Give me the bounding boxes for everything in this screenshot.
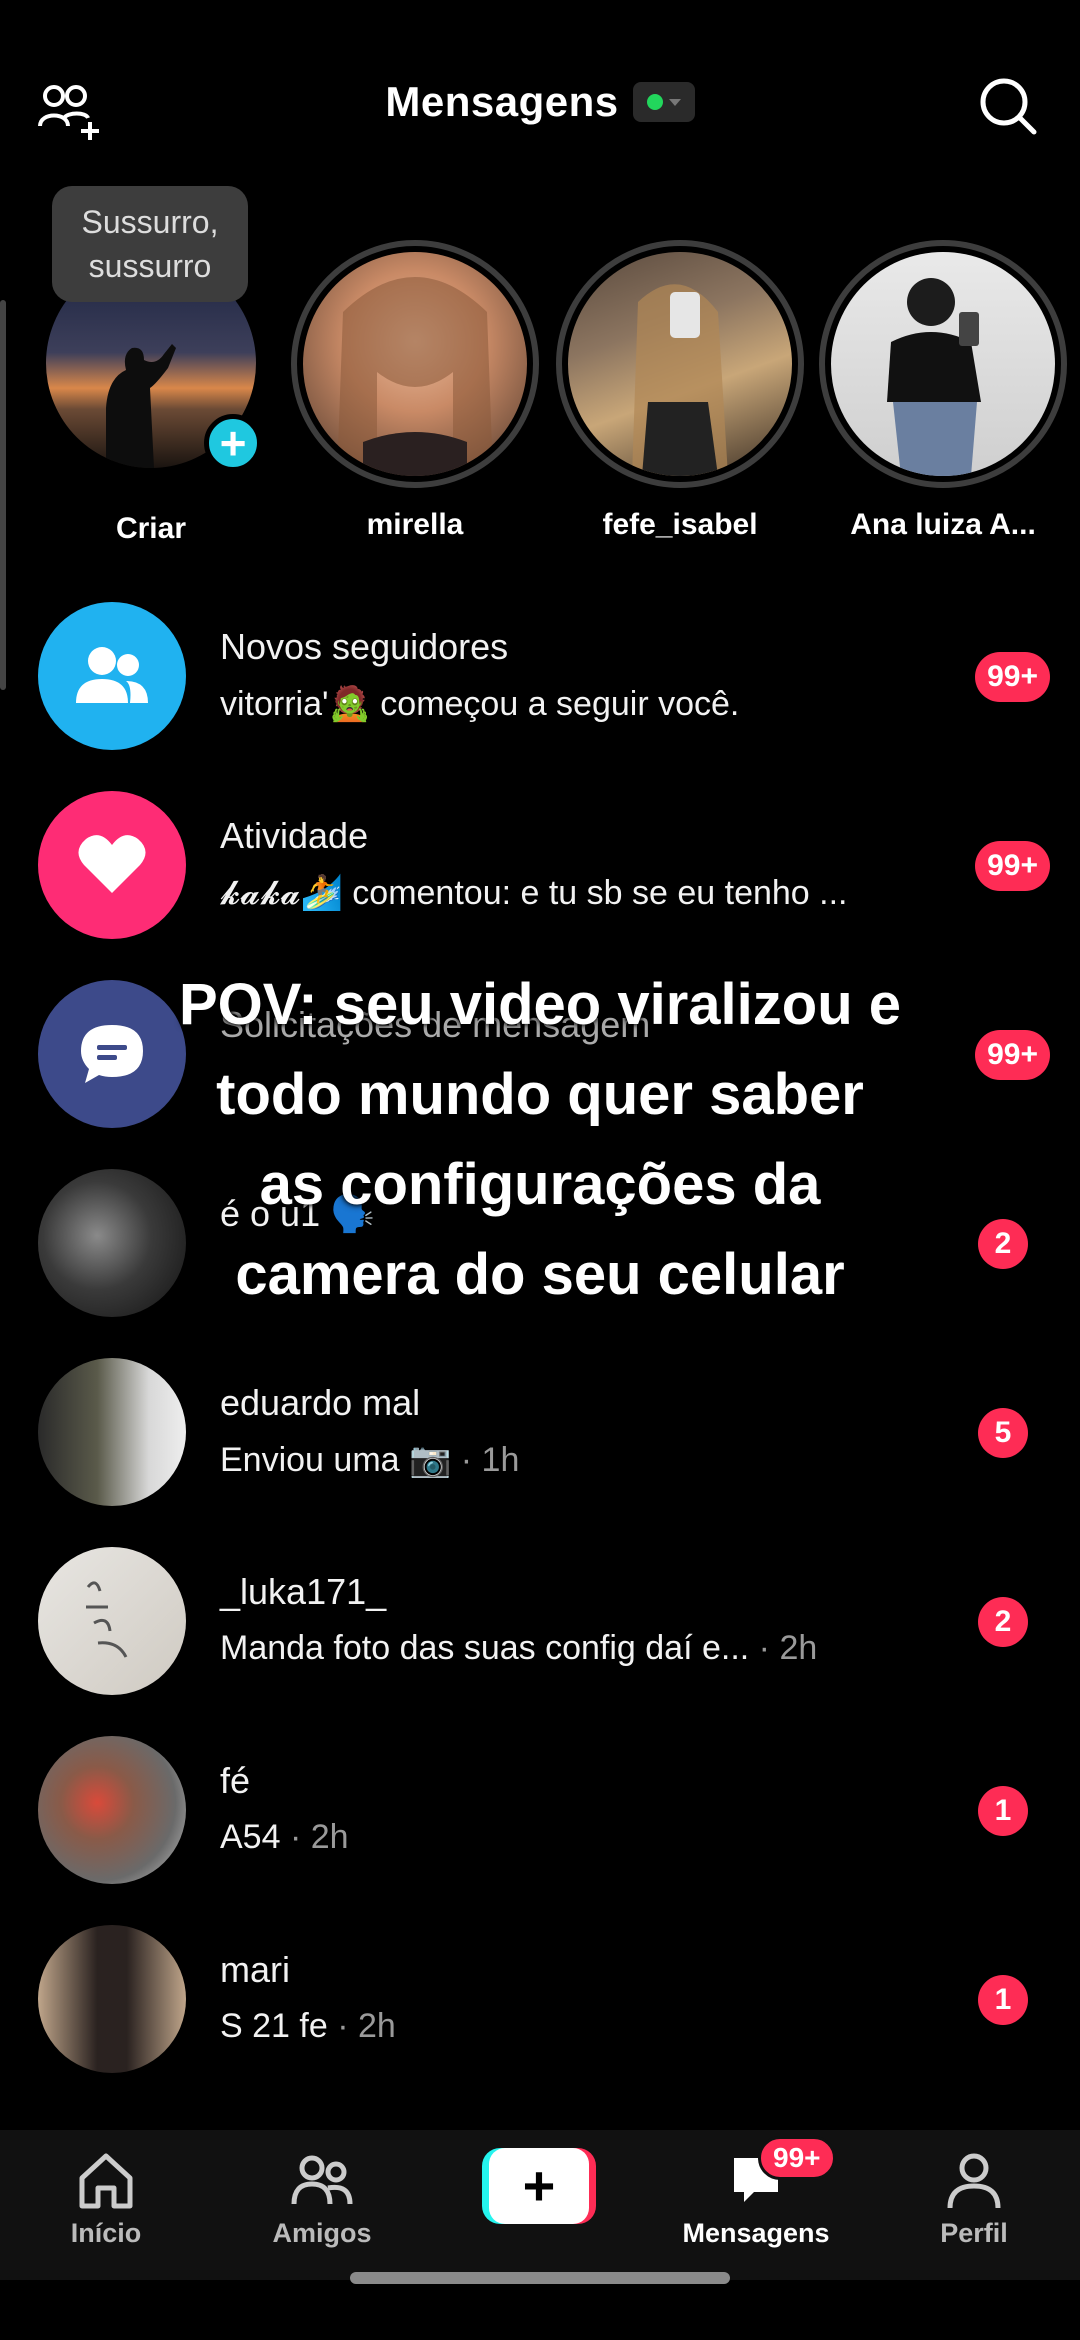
unread-badge: 1 [978,1786,1028,1836]
story-avatar [303,252,527,476]
nav-label: Mensagens [682,2218,830,2248]
story-name: fefe_isabel [602,508,758,541]
list-item-new-followers[interactable]: Novos seguidores vitorria'🧟 começou a se… [0,596,1080,785]
list-item-conversation[interactable]: eduardo mal Enviou uma 📷 · 1h 5 [0,1352,1080,1541]
story-avatar [568,252,792,476]
search-icon[interactable] [976,74,1040,138]
preview-text: 𝓴𝓪𝓴𝓪🏄 comentou: e tu sb se eu tenho ... [220,874,848,912]
online-status-toggle[interactable] [632,82,695,122]
conversation-list: Novos seguidores vitorria'🧟 começou a se… [0,596,1080,2108]
contact-avatar [38,1169,186,1317]
home-indicator[interactable] [350,2272,730,2284]
conversation-title: _luka171_ [220,1571,387,1612]
unread-badge: 2 [978,1597,1028,1647]
conversation-title: eduardo mal [220,1382,421,1423]
story-name: Criar [115,512,187,545]
preview-text: vitorria'🧟 começou a seguir você. [220,685,740,723]
conversation-title: Solicitações de mensagem [220,1004,651,1045]
message-time: · 2h [327,2007,396,2045]
header: Mensagens [0,60,1080,150]
story-avatar [831,252,1055,476]
plus-icon: + [489,2148,589,2224]
unread-badge: 5 [978,1408,1028,1458]
list-item-message-requests[interactable]: Solicitações de mensagem 99+ [0,974,1080,1163]
unread-badge: 99+ [975,841,1050,891]
nav-profile[interactable]: Perfil [894,2148,1054,2249]
nav-friends[interactable]: Amigos [242,2148,402,2249]
preview-text: S 21 fe [220,2007,328,2045]
contact-avatar [38,1925,186,2073]
conversation-preview: S 21 fe · 2h [220,2007,396,2046]
list-item-activity[interactable]: Atividade 𝓴𝓪𝓴𝓪🏄 comentou: e tu sb se eu … [0,785,1080,974]
story-item[interactable]: Ana luiza A... [818,240,1068,542]
nav-label: Início [70,2218,142,2248]
nav-label: Amigos [272,2218,372,2248]
contact-avatar [38,1358,186,1506]
story-ring [291,240,539,488]
whisper-tooltip: Sussurro, sussurro [52,186,248,302]
home-icon [79,2153,133,2209]
conversation-preview: vitorria'🧟 começou a seguir você. [220,684,739,724]
friends-icon [291,2155,353,2205]
create-button[interactable]: + [482,2148,596,2224]
chat-bubble-icon [38,980,186,1128]
nav-messages[interactable]: 99+ Mensagens [676,2136,836,2249]
heart-icon [38,791,186,939]
unread-badge: 2 [978,1219,1028,1269]
followers-icon [38,602,186,750]
conversation-preview: Manda foto das suas config daí e... · 2h [220,1629,817,1668]
story-name: Ana luiza A... [850,508,1036,541]
page-title: Mensagens [385,78,619,125]
bottom-nav: Início Amigos + 99+ Mensagens Perfil [0,2130,1080,2280]
conversation-title: é o u1 🗣️ [220,1193,375,1234]
unread-badge: 1 [978,1975,1028,2025]
contact-avatar [38,1547,186,1695]
list-item-conversation[interactable]: _luka171_ Manda foto das suas config daí… [0,1541,1080,1730]
nav-label: Perfil [940,2218,1008,2248]
profile-icon [947,2153,1001,2209]
unread-badge: 99+ [975,1030,1050,1080]
conversation-title: Atividade [220,815,369,856]
online-dot-icon [646,94,663,110]
story-ring [819,240,1067,488]
preview-text: Enviou uma 📷 [220,1441,452,1479]
story-item[interactable]: fefe_isabel [555,240,805,542]
unread-badge: 99+ [975,652,1050,702]
conversation-title: fé [220,1760,251,1801]
conversation-title: mari [220,1949,290,1990]
header-title-group: Mensagens [0,78,1080,126]
conversation-title: Novos seguidores [220,626,509,667]
story-ring [556,240,804,488]
list-item-conversation[interactable]: mari S 21 fe · 2h 1 [0,1919,1080,2108]
preview-text: Manda foto das suas config daí e... [220,1629,750,1667]
list-item-conversation[interactable]: é o u1 🗣️ 2 [0,1163,1080,1352]
message-time: · 1h [451,1441,520,1479]
message-time: · 2h [280,1818,349,1856]
conversation-preview: 𝓴𝓪𝓴𝓪🏄 comentou: e tu sb se eu tenho ... [220,873,848,913]
message-time: · 2h [749,1629,818,1667]
list-item-conversation[interactable]: fé A54 · 2h 1 [0,1730,1080,1919]
contact-avatar [38,1736,186,1884]
add-story-plus-icon[interactable]: + [204,414,262,472]
nav-home[interactable]: Início [26,2148,186,2249]
story-item[interactable]: mirella [290,240,540,542]
messages-badge: 99+ [758,2136,836,2180]
caret-down-icon [668,98,681,106]
conversation-preview: A54 · 2h [220,1818,349,1857]
story-name: mirella [366,508,464,541]
messages-screen: Mensagens Sussurro, sussurro + Criar mir… [0,0,1080,2340]
preview-text: A54 [220,1818,281,1856]
conversation-preview: Enviou uma 📷 · 1h [220,1440,519,1480]
